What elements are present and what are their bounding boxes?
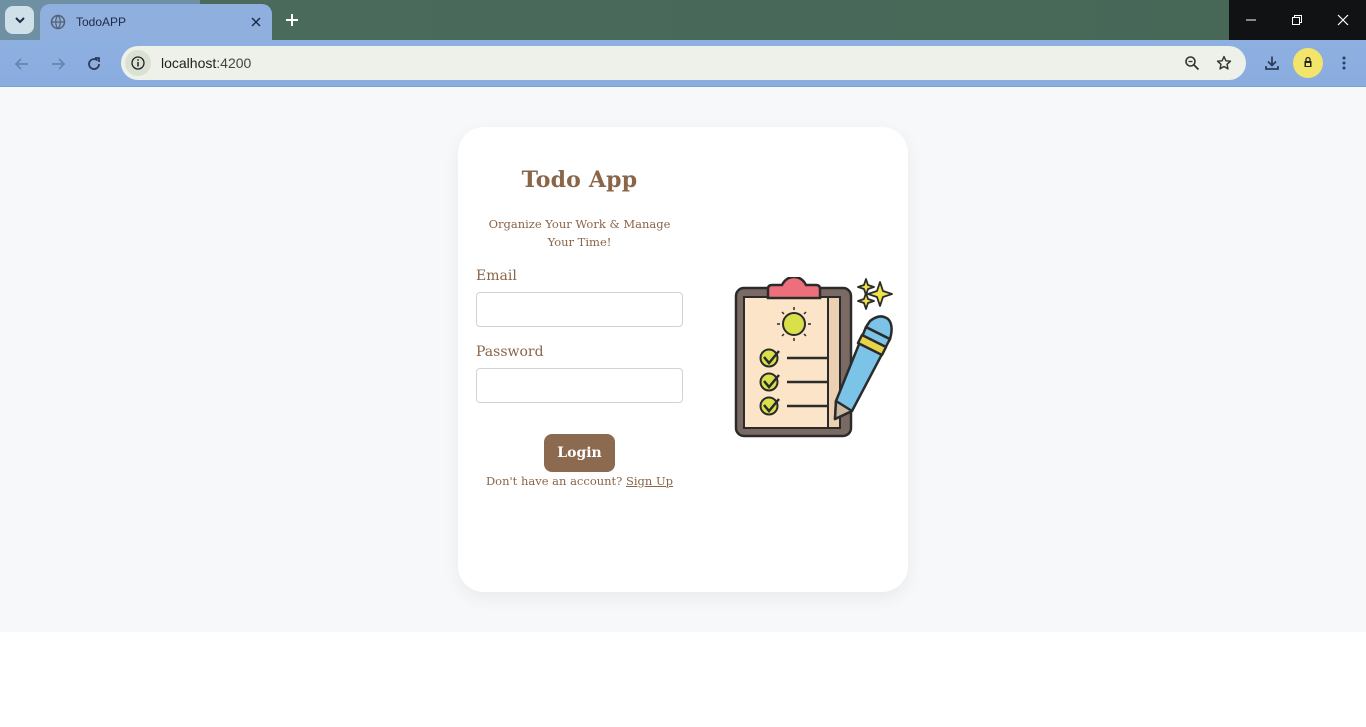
minimize-icon [1246, 19, 1256, 21]
browser-tab[interactable]: TodoAPP [40, 4, 272, 40]
minimize-button[interactable] [1228, 0, 1274, 40]
star-icon [1216, 55, 1232, 70]
browser-menu-button[interactable] [1329, 48, 1359, 78]
back-icon [14, 58, 28, 70]
plus-icon [286, 14, 298, 26]
download-icon [1265, 56, 1279, 70]
reload-icon [88, 57, 100, 70]
site-info-icon [131, 56, 145, 70]
bookmark-button[interactable] [1210, 49, 1238, 77]
reload-button[interactable] [80, 50, 108, 78]
close-tab-icon[interactable] [246, 12, 266, 32]
restore-button[interactable] [1274, 0, 1320, 40]
login-form: Todo App Organize Your Work & Manage You… [476, 167, 683, 488]
new-tab-button[interactable] [280, 8, 304, 32]
password-field[interactable] [476, 368, 683, 403]
signup-link[interactable]: Sign Up [626, 474, 673, 488]
page-background: Todo App Organize Your Work & Manage You… [0, 87, 1366, 632]
signup-prompt-line: Don't have an account? Sign Up [476, 474, 683, 488]
email-label: Email [476, 268, 517, 284]
email-field[interactable] [476, 292, 683, 327]
chevron-down-icon [14, 17, 25, 24]
profile-icon [1304, 56, 1312, 67]
restore-icon [1292, 15, 1302, 25]
sparkles [857, 278, 893, 310]
signup-prompt: Don't have an account? [485, 474, 623, 488]
url-host: localhost [161, 55, 217, 71]
login-button[interactable]: Login [544, 434, 615, 472]
app-title: Todo App [521, 167, 638, 193]
clipboard-illustration [734, 277, 893, 438]
tab-title: TodoAPP [76, 15, 127, 29]
downloads-button[interactable] [1257, 48, 1287, 78]
password-label: Password [476, 344, 544, 360]
zoom-icon [1185, 56, 1200, 71]
app-subtitle: Organize Your Work & Manage Your Time! [488, 217, 671, 249]
forward-icon [52, 58, 66, 70]
back-button[interactable] [8, 50, 36, 78]
globe-icon [50, 14, 66, 30]
browser-toolbar: localhost:4200 [0, 40, 1366, 87]
window-close-icon [1337, 14, 1349, 26]
browser-titlebar: TodoAPP [0, 0, 1366, 40]
address-bar[interactable]: localhost:4200 [121, 46, 1246, 80]
site-info-button[interactable] [125, 50, 151, 76]
forward-button[interactable] [44, 50, 72, 78]
login-card: Todo App Organize Your Work & Manage You… [458, 127, 908, 592]
tab-search-button[interactable] [5, 6, 34, 34]
zoom-button[interactable] [1178, 49, 1206, 77]
menu-icon [1342, 56, 1346, 70]
profile-button[interactable] [1293, 48, 1323, 78]
url-port: :4200 [216, 55, 252, 71]
url-text: localhost:4200 [161, 55, 1178, 71]
window-close-button[interactable] [1320, 0, 1366, 40]
